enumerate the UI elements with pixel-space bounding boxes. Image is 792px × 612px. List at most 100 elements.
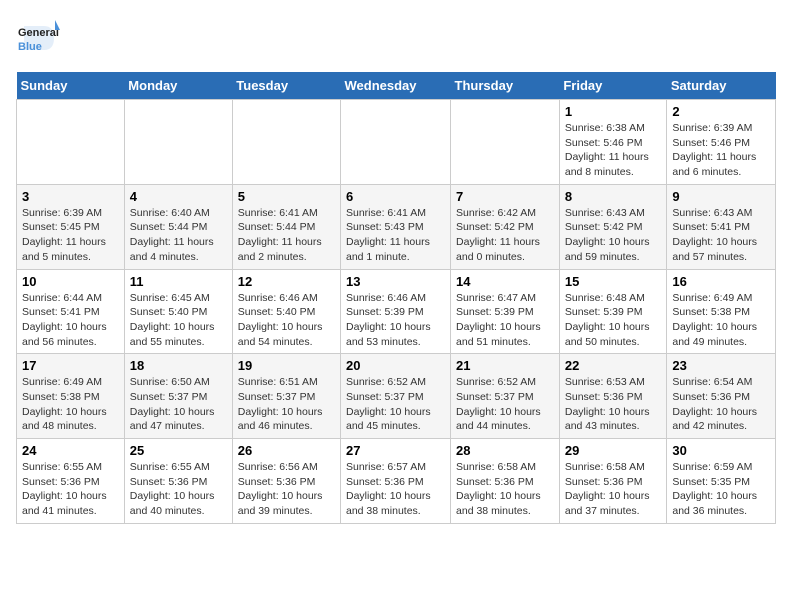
calendar-cell: 14 Sunrise: 6:47 AM Sunset: 5:39 PM Dayli… [451,269,560,354]
day-info: Sunrise: 6:42 AM Sunset: 5:42 PM Dayligh… [456,206,554,265]
weekday-header: Friday [559,72,667,100]
calendar-cell: 9 Sunrise: 6:43 AM Sunset: 5:41 PM Daylig… [667,184,776,269]
general-blue-logo-icon: General Blue [16,16,60,60]
day-number: 29 [565,443,662,458]
day-number: 23 [672,358,770,373]
calendar-cell: 19 Sunrise: 6:51 AM Sunset: 5:37 PM Dayli… [232,354,340,439]
calendar-week-row: 10 Sunrise: 6:44 AM Sunset: 5:41 PM Dayli… [17,269,776,354]
weekday-header: Wednesday [341,72,451,100]
calendar-table: SundayMondayTuesdayWednesdayThursdayFrid… [16,72,776,524]
calendar-cell: 15 Sunrise: 6:48 AM Sunset: 5:39 PM Dayli… [559,269,667,354]
calendar-cell: 6 Sunrise: 6:41 AM Sunset: 5:43 PM Daylig… [341,184,451,269]
day-info: Sunrise: 6:48 AM Sunset: 5:39 PM Dayligh… [565,291,662,350]
calendar-cell: 25 Sunrise: 6:55 AM Sunset: 5:36 PM Dayli… [124,439,232,524]
calendar-cell: 8Sunrise: 6:43 AM Sunset: 5:42 PM Daylig… [559,184,667,269]
day-number: 12 [238,274,335,289]
day-info: Sunrise: 6:52 AM Sunset: 5:37 PM Dayligh… [346,375,445,434]
calendar-cell: 12 Sunrise: 6:46 AM Sunset: 5:40 PM Dayli… [232,269,340,354]
day-info: Sunrise: 6:41 AM Sunset: 5:43 PM Dayligh… [346,206,445,265]
calendar-cell: 16 Sunrise: 6:49 AM Sunset: 5:38 PM Dayli… [667,269,776,354]
calendar-cell: 5Sunrise: 6:41 AM Sunset: 5:44 PM Daylig… [232,184,340,269]
day-info: Sunrise: 6:58 AM Sunset: 5:36 PM Dayligh… [565,460,662,519]
day-number: 15 [565,274,662,289]
calendar-cell [451,100,560,185]
calendar-week-row: 17Sunrise: 6:49 AM Sunset: 5:38 PM Dayli… [17,354,776,439]
day-info: Sunrise: 6:45 AM Sunset: 5:40 PM Dayligh… [130,291,227,350]
calendar-cell: 20 Sunrise: 6:52 AM Sunset: 5:37 PM Dayli… [341,354,451,439]
day-info: Sunrise: 6:49 AM Sunset: 5:38 PM Dayligh… [22,375,119,434]
day-number: 26 [238,443,335,458]
day-info: Sunrise: 6:49 AM Sunset: 5:38 PM Dayligh… [672,291,770,350]
calendar-cell: 7 Sunrise: 6:42 AM Sunset: 5:42 PM Daylig… [451,184,560,269]
day-number: 25 [130,443,227,458]
day-info: Sunrise: 6:38 AM Sunset: 5:46 PM Dayligh… [565,121,662,180]
day-number: 21 [456,358,554,373]
day-number: 13 [346,274,445,289]
day-info: Sunrise: 6:46 AM Sunset: 5:39 PM Dayligh… [346,291,445,350]
calendar-cell: 18 Sunrise: 6:50 AM Sunset: 5:37 PM Dayli… [124,354,232,439]
day-number: 6 [346,189,445,204]
day-info: Sunrise: 6:39 AM Sunset: 5:46 PM Dayligh… [672,121,770,180]
day-info: Sunrise: 6:53 AM Sunset: 5:36 PM Dayligh… [565,375,662,434]
logo: General Blue [16,16,60,60]
day-info: Sunrise: 6:50 AM Sunset: 5:37 PM Dayligh… [130,375,227,434]
weekday-header-row: SundayMondayTuesdayWednesdayThursdayFrid… [17,72,776,100]
day-number: 7 [456,189,554,204]
svg-text:General: General [18,27,59,39]
calendar-cell: 26 Sunrise: 6:56 AM Sunset: 5:36 PM Dayli… [232,439,340,524]
calendar-cell [124,100,232,185]
day-number: 19 [238,358,335,373]
day-number: 10 [22,274,119,289]
day-number: 30 [672,443,770,458]
calendar-cell: 21 Sunrise: 6:52 AM Sunset: 5:37 PM Dayli… [451,354,560,439]
calendar-cell: 1Sunrise: 6:38 AM Sunset: 5:46 PM Daylig… [559,100,667,185]
calendar-cell: 13 Sunrise: 6:46 AM Sunset: 5:39 PM Dayli… [341,269,451,354]
day-info: Sunrise: 6:55 AM Sunset: 5:36 PM Dayligh… [22,460,119,519]
day-number: 9 [672,189,770,204]
day-number: 22 [565,358,662,373]
calendar-cell: 28Sunrise: 6:58 AM Sunset: 5:36 PM Dayli… [451,439,560,524]
day-info: Sunrise: 6:47 AM Sunset: 5:39 PM Dayligh… [456,291,554,350]
calendar-cell: 30 Sunrise: 6:59 AM Sunset: 5:35 PM Dayli… [667,439,776,524]
calendar-week-row: 3 Sunrise: 6:39 AM Sunset: 5:45 PM Daylig… [17,184,776,269]
calendar-cell: 29 Sunrise: 6:58 AM Sunset: 5:36 PM Dayli… [559,439,667,524]
day-number: 11 [130,274,227,289]
day-info: Sunrise: 6:51 AM Sunset: 5:37 PM Dayligh… [238,375,335,434]
weekday-header: Sunday [17,72,125,100]
calendar-cell [341,100,451,185]
day-info: Sunrise: 6:39 AM Sunset: 5:45 PM Dayligh… [22,206,119,265]
calendar-week-row: 24 Sunrise: 6:55 AM Sunset: 5:36 PM Dayli… [17,439,776,524]
day-number: 2 [672,104,770,119]
day-info: Sunrise: 6:44 AM Sunset: 5:41 PM Dayligh… [22,291,119,350]
day-number: 20 [346,358,445,373]
weekday-header: Saturday [667,72,776,100]
svg-text:Blue: Blue [18,41,42,53]
day-info: Sunrise: 6:59 AM Sunset: 5:35 PM Dayligh… [672,460,770,519]
day-info: Sunrise: 6:58 AM Sunset: 5:36 PM Dayligh… [456,460,554,519]
calendar-week-row: 1Sunrise: 6:38 AM Sunset: 5:46 PM Daylig… [17,100,776,185]
day-number: 24 [22,443,119,458]
day-info: Sunrise: 6:43 AM Sunset: 5:41 PM Dayligh… [672,206,770,265]
day-info: Sunrise: 6:40 AM Sunset: 5:44 PM Dayligh… [130,206,227,265]
day-number: 14 [456,274,554,289]
calendar-cell: 27Sunrise: 6:57 AM Sunset: 5:36 PM Dayli… [341,439,451,524]
day-info: Sunrise: 6:57 AM Sunset: 5:36 PM Dayligh… [346,460,445,519]
day-info: Sunrise: 6:41 AM Sunset: 5:44 PM Dayligh… [238,206,335,265]
day-info: Sunrise: 6:43 AM Sunset: 5:42 PM Dayligh… [565,206,662,265]
day-info: Sunrise: 6:52 AM Sunset: 5:37 PM Dayligh… [456,375,554,434]
day-info: Sunrise: 6:54 AM Sunset: 5:36 PM Dayligh… [672,375,770,434]
day-number: 18 [130,358,227,373]
weekday-header: Thursday [451,72,560,100]
calendar-cell: 10 Sunrise: 6:44 AM Sunset: 5:41 PM Dayli… [17,269,125,354]
day-info: Sunrise: 6:55 AM Sunset: 5:36 PM Dayligh… [130,460,227,519]
day-info: Sunrise: 6:56 AM Sunset: 5:36 PM Dayligh… [238,460,335,519]
day-info: Sunrise: 6:46 AM Sunset: 5:40 PM Dayligh… [238,291,335,350]
day-number: 3 [22,189,119,204]
day-number: 4 [130,189,227,204]
calendar-cell: 17Sunrise: 6:49 AM Sunset: 5:38 PM Dayli… [17,354,125,439]
calendar-cell [232,100,340,185]
weekday-header: Tuesday [232,72,340,100]
day-number: 16 [672,274,770,289]
calendar-cell: 11 Sunrise: 6:45 AM Sunset: 5:40 PM Dayli… [124,269,232,354]
page-header: General Blue [16,16,776,60]
